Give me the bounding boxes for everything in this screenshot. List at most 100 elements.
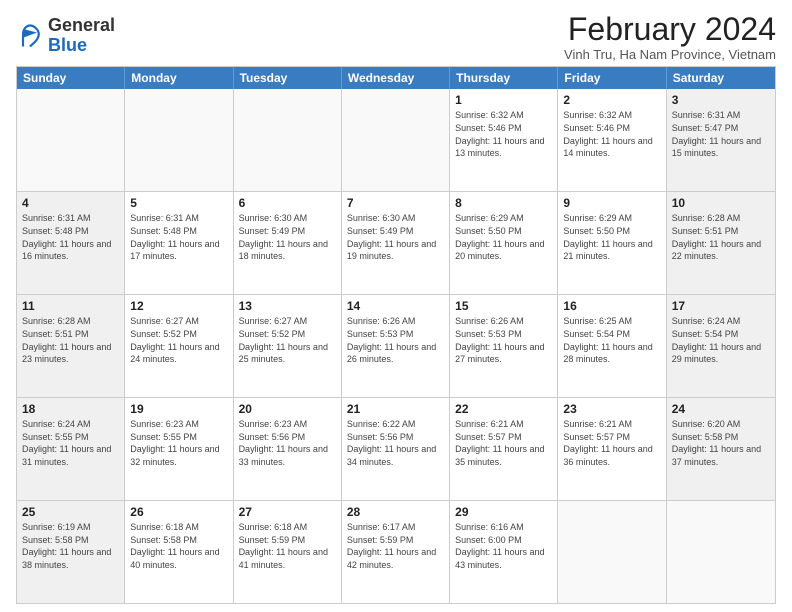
cal-header-friday: Friday <box>558 67 666 89</box>
day-info: Sunrise: 6:20 AMSunset: 5:58 PMDaylight:… <box>672 418 770 468</box>
logo: General Blue <box>16 16 115 56</box>
cal-cell: 21Sunrise: 6:22 AMSunset: 5:56 PMDayligh… <box>342 398 450 500</box>
cal-cell: 13Sunrise: 6:27 AMSunset: 5:52 PMDayligh… <box>234 295 342 397</box>
cal-header-saturday: Saturday <box>667 67 775 89</box>
day-number: 12 <box>130 298 227 314</box>
day-number: 1 <box>455 92 552 108</box>
cal-cell: 20Sunrise: 6:23 AMSunset: 5:56 PMDayligh… <box>234 398 342 500</box>
cal-cell: 3Sunrise: 6:31 AMSunset: 5:47 PMDaylight… <box>667 89 775 191</box>
cal-cell: 17Sunrise: 6:24 AMSunset: 5:54 PMDayligh… <box>667 295 775 397</box>
cal-cell <box>17 89 125 191</box>
cal-cell <box>558 501 666 603</box>
day-number: 25 <box>22 504 119 520</box>
page-header: General Blue February 2024 Vinh Tru, Ha … <box>16 12 776 62</box>
cal-week-3: 11Sunrise: 6:28 AMSunset: 5:51 PMDayligh… <box>17 294 775 397</box>
cal-cell: 15Sunrise: 6:26 AMSunset: 5:53 PMDayligh… <box>450 295 558 397</box>
calendar-page: General Blue February 2024 Vinh Tru, Ha … <box>0 0 792 612</box>
day-info: Sunrise: 6:26 AMSunset: 5:53 PMDaylight:… <box>347 315 444 365</box>
cal-cell: 25Sunrise: 6:19 AMSunset: 5:58 PMDayligh… <box>17 501 125 603</box>
cal-header-wednesday: Wednesday <box>342 67 450 89</box>
day-number: 29 <box>455 504 552 520</box>
cal-cell: 1Sunrise: 6:32 AMSunset: 5:46 PMDaylight… <box>450 89 558 191</box>
cal-cell: 29Sunrise: 6:16 AMSunset: 6:00 PMDayligh… <box>450 501 558 603</box>
day-number: 23 <box>563 401 660 417</box>
day-number: 10 <box>672 195 770 211</box>
day-info: Sunrise: 6:26 AMSunset: 5:53 PMDaylight:… <box>455 315 552 365</box>
day-info: Sunrise: 6:16 AMSunset: 6:00 PMDaylight:… <box>455 521 552 571</box>
day-number: 9 <box>563 195 660 211</box>
cal-cell: 23Sunrise: 6:21 AMSunset: 5:57 PMDayligh… <box>558 398 666 500</box>
day-info: Sunrise: 6:21 AMSunset: 5:57 PMDaylight:… <box>455 418 552 468</box>
day-info: Sunrise: 6:22 AMSunset: 5:56 PMDaylight:… <box>347 418 444 468</box>
cal-cell: 22Sunrise: 6:21 AMSunset: 5:57 PMDayligh… <box>450 398 558 500</box>
day-number: 27 <box>239 504 336 520</box>
cal-cell: 26Sunrise: 6:18 AMSunset: 5:58 PMDayligh… <box>125 501 233 603</box>
cal-cell: 24Sunrise: 6:20 AMSunset: 5:58 PMDayligh… <box>667 398 775 500</box>
cal-header-monday: Monday <box>125 67 233 89</box>
cal-cell: 8Sunrise: 6:29 AMSunset: 5:50 PMDaylight… <box>450 192 558 294</box>
cal-header-tuesday: Tuesday <box>234 67 342 89</box>
day-number: 8 <box>455 195 552 211</box>
day-number: 13 <box>239 298 336 314</box>
cal-cell: 19Sunrise: 6:23 AMSunset: 5:55 PMDayligh… <box>125 398 233 500</box>
day-info: Sunrise: 6:24 AMSunset: 5:55 PMDaylight:… <box>22 418 119 468</box>
day-number: 15 <box>455 298 552 314</box>
day-info: Sunrise: 6:28 AMSunset: 5:51 PMDaylight:… <box>22 315 119 365</box>
day-number: 2 <box>563 92 660 108</box>
day-info: Sunrise: 6:29 AMSunset: 5:50 PMDaylight:… <box>563 212 660 262</box>
day-info: Sunrise: 6:17 AMSunset: 5:59 PMDaylight:… <box>347 521 444 571</box>
cal-cell <box>342 89 450 191</box>
day-info: Sunrise: 6:18 AMSunset: 5:59 PMDaylight:… <box>239 521 336 571</box>
calendar-grid: SundayMondayTuesdayWednesdayThursdayFrid… <box>16 66 776 604</box>
cal-week-4: 18Sunrise: 6:24 AMSunset: 5:55 PMDayligh… <box>17 397 775 500</box>
day-number: 16 <box>563 298 660 314</box>
day-number: 14 <box>347 298 444 314</box>
day-number: 6 <box>239 195 336 211</box>
day-info: Sunrise: 6:23 AMSunset: 5:56 PMDaylight:… <box>239 418 336 468</box>
cal-cell: 4Sunrise: 6:31 AMSunset: 5:48 PMDaylight… <box>17 192 125 294</box>
logo-blue-text: Blue <box>48 35 87 55</box>
cal-cell: 27Sunrise: 6:18 AMSunset: 5:59 PMDayligh… <box>234 501 342 603</box>
day-number: 24 <box>672 401 770 417</box>
day-number: 7 <box>347 195 444 211</box>
day-number: 5 <box>130 195 227 211</box>
day-info: Sunrise: 6:28 AMSunset: 5:51 PMDaylight:… <box>672 212 770 262</box>
cal-cell: 14Sunrise: 6:26 AMSunset: 5:53 PMDayligh… <box>342 295 450 397</box>
day-number: 26 <box>130 504 227 520</box>
cal-week-1: 1 Sunrise: 6:32 AMSunset: 5:46 PMDaylight… <box>17 89 775 191</box>
cal-cell: 28Sunrise: 6:17 AMSunset: 5:59 PMDayligh… <box>342 501 450 603</box>
day-number: 22 <box>455 401 552 417</box>
day-info: Sunrise: 6:24 AMSunset: 5:54 PMDaylight:… <box>672 315 770 365</box>
logo-text: General Blue <box>48 16 115 56</box>
day-number: 11 <box>22 298 119 314</box>
cal-cell: 10Sunrise: 6:28 AMSunset: 5:51 PMDayligh… <box>667 192 775 294</box>
calendar-header-row: SundayMondayTuesdayWednesdayThursdayFrid… <box>17 67 775 89</box>
day-info: Sunrise: 6:21 AMSunset: 5:57 PMDaylight:… <box>563 418 660 468</box>
day-number: 19 <box>130 401 227 417</box>
cal-cell: 2Sunrise: 6:32 AMSunset: 5:46 PMDaylight… <box>558 89 666 191</box>
day-info: Sunrise: 6:25 AMSunset: 5:54 PMDaylight:… <box>563 315 660 365</box>
day-info: Sunrise: 6:18 AMSunset: 5:58 PMDaylight:… <box>130 521 227 571</box>
cal-week-5: 25Sunrise: 6:19 AMSunset: 5:58 PMDayligh… <box>17 500 775 603</box>
cal-cell: 7Sunrise: 6:30 AMSunset: 5:49 PMDaylight… <box>342 192 450 294</box>
day-number: 21 <box>347 401 444 417</box>
day-info: Sunrise: 6:27 AMSunset: 5:52 PMDaylight:… <box>239 315 336 365</box>
day-number: 3 <box>672 92 770 108</box>
cal-header-sunday: Sunday <box>17 67 125 89</box>
cal-cell: 11Sunrise: 6:28 AMSunset: 5:51 PMDayligh… <box>17 295 125 397</box>
calendar-body: 1 Sunrise: 6:32 AMSunset: 5:46 PMDaylight… <box>17 89 775 603</box>
day-number: 4 <box>22 195 119 211</box>
location-subtitle: Vinh Tru, Ha Nam Province, Vietnam <box>564 47 776 62</box>
day-info: Sunrise: 6:32 AMSunset: 5:46 PMDaylight:… <box>563 109 660 159</box>
day-number: 28 <box>347 504 444 520</box>
day-info: Sunrise: 6:31 AMSunset: 5:48 PMDaylight:… <box>130 212 227 262</box>
cal-cell: 5Sunrise: 6:31 AMSunset: 5:48 PMDaylight… <box>125 192 233 294</box>
cal-cell <box>234 89 342 191</box>
day-info: Sunrise: 6:19 AMSunset: 5:58 PMDaylight:… <box>22 521 119 571</box>
day-number: 18 <box>22 401 119 417</box>
day-info: Sunrise: 6:29 AMSunset: 5:50 PMDaylight:… <box>455 212 552 262</box>
logo-general-text: General <box>48 15 115 35</box>
cal-header-thursday: Thursday <box>450 67 558 89</box>
cal-cell: 6Sunrise: 6:30 AMSunset: 5:49 PMDaylight… <box>234 192 342 294</box>
day-info: Sunrise: 6:30 AMSunset: 5:49 PMDaylight:… <box>239 212 336 262</box>
